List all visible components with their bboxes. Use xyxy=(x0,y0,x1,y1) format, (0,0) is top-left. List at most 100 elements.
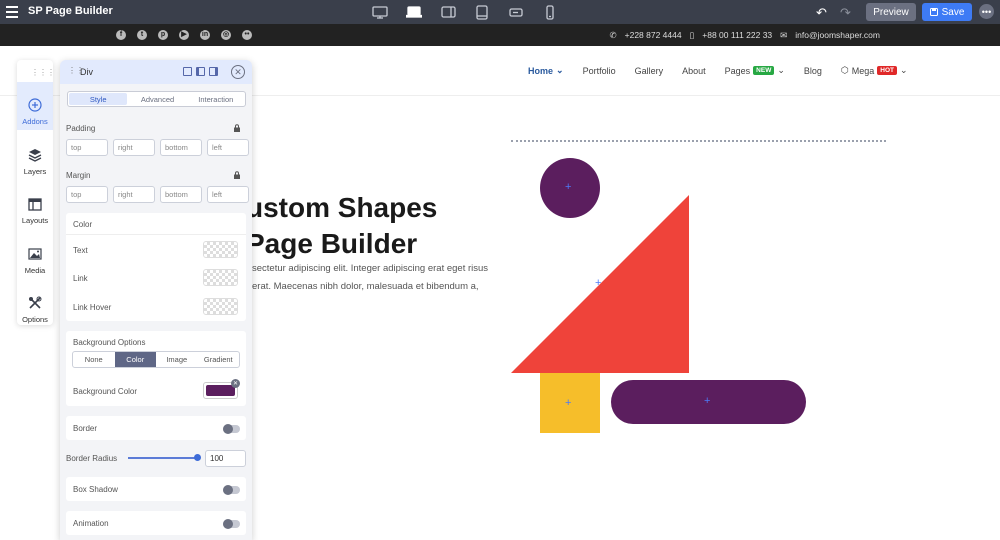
border-radius-input[interactable]: 100 xyxy=(205,450,246,467)
padding-right-input[interactable]: right xyxy=(113,139,155,156)
padding-bottom-input[interactable]: bottom xyxy=(160,139,202,156)
link-color-swatch[interactable] xyxy=(203,269,238,286)
clear-color-icon[interactable]: ✕ xyxy=(231,379,240,388)
sidebar-item-layers[interactable]: Layers xyxy=(17,132,53,180)
sidebar-item-layouts[interactable]: Layouts xyxy=(17,181,53,229)
email-link[interactable]: info@joomshaper.com xyxy=(795,30,880,41)
lock-icon[interactable] xyxy=(233,171,241,179)
drag-handle-icon[interactable]: ⋮⋮⋮ xyxy=(31,68,55,77)
twitter-icon[interactable]: t xyxy=(137,30,147,40)
padding-inputs: top right bottom left xyxy=(66,139,249,156)
link-hover-color-label: Link Hover xyxy=(73,303,112,312)
hero-text-line-1: sectetur adipiscing elit. Integer adipis… xyxy=(252,263,489,274)
tab-style[interactable]: Style xyxy=(69,93,128,105)
undo-icon[interactable]: ↶ xyxy=(816,5,827,21)
add-addon-icon[interactable]: + xyxy=(565,181,571,193)
panel-dock-options xyxy=(183,67,218,76)
media-icon xyxy=(28,248,42,260)
bg-option-color[interactable]: Color xyxy=(114,352,156,367)
padding-top-input[interactable]: top xyxy=(66,139,108,156)
dock-right-icon[interactable] xyxy=(209,67,218,76)
tablet-portrait-icon[interactable] xyxy=(465,3,499,21)
nav-pages[interactable]: Pages NEW ⌄ xyxy=(725,65,785,76)
phone-1[interactable]: +228 872 4444 xyxy=(625,30,682,41)
laptop-icon[interactable] xyxy=(397,3,431,21)
background-type-selector: None Color Image Gradient xyxy=(72,351,240,368)
flickr-icon[interactable]: •• xyxy=(242,30,252,40)
menu-icon[interactable] xyxy=(6,6,18,18)
add-addon-icon[interactable]: + xyxy=(565,397,571,409)
save-label: Save xyxy=(941,6,965,18)
instagram-icon[interactable]: ◎ xyxy=(221,30,231,40)
border-section: Border xyxy=(66,416,246,440)
margin-left-input[interactable]: left xyxy=(207,186,249,203)
padding-left-input[interactable]: left xyxy=(207,139,249,156)
dock-left-icon[interactable] xyxy=(196,67,205,76)
save-button[interactable]: Save xyxy=(922,3,972,21)
hero-title[interactable]: ustom Shapes Page Builder xyxy=(246,190,437,262)
panel-title: Div xyxy=(80,67,93,77)
add-addon-icon[interactable]: + xyxy=(704,395,710,407)
add-addon-icon[interactable]: + xyxy=(595,277,601,289)
sidebar-item-label: Options xyxy=(22,315,48,324)
lock-icon[interactable] xyxy=(233,124,241,132)
layers-icon xyxy=(28,149,42,162)
nav-gallery[interactable]: Gallery xyxy=(635,65,664,76)
text-color-swatch[interactable] xyxy=(203,241,238,258)
border-radius-slider-handle[interactable] xyxy=(194,454,201,461)
text-color-label: Text xyxy=(73,246,88,255)
chevron-down-icon: ⌄ xyxy=(777,65,785,75)
bg-option-image[interactable]: Image xyxy=(156,352,198,367)
border-radius-slider[interactable] xyxy=(128,457,198,459)
more-options-button[interactable]: ••• xyxy=(979,4,994,19)
background-options-title: Background Options xyxy=(73,338,146,347)
nav-pages-label: Pages xyxy=(724,65,751,76)
link-hover-color-swatch[interactable] xyxy=(203,298,238,315)
nav-mega-label: Mega xyxy=(851,65,875,76)
redo-icon[interactable]: ↷ xyxy=(840,5,851,21)
margin-top-input[interactable]: top xyxy=(66,186,108,203)
tab-interaction[interactable]: Interaction xyxy=(187,92,245,106)
phone-2[interactable]: +88 00 111 222 33 xyxy=(702,30,772,41)
float-panel-icon[interactable] xyxy=(183,67,192,76)
layouts-icon xyxy=(28,198,42,211)
margin-right-input[interactable]: right xyxy=(113,186,155,203)
facebook-icon[interactable]: f xyxy=(116,30,126,40)
hero-description[interactable]: sectetur adipiscing elit. Integer adipis… xyxy=(252,260,502,296)
bg-option-none[interactable]: None xyxy=(73,352,115,367)
sidebar-item-label: Layouts xyxy=(21,216,49,225)
hero-text-line-2: erat. Maecenas nibh dolor, malesuada et … xyxy=(252,281,479,292)
animation-toggle[interactable] xyxy=(223,519,240,529)
nav-about[interactable]: About xyxy=(682,65,706,76)
social-links: f t p ▶ in ◎ •• xyxy=(116,30,252,40)
nav-blog[interactable]: Blog xyxy=(804,65,822,76)
pinterest-icon[interactable]: p xyxy=(158,30,168,40)
tablet-landscape-icon[interactable] xyxy=(431,3,465,21)
builder-sidebar: ⋮⋮⋮ Addons Layers Layouts Media Options xyxy=(17,60,55,328)
tab-advanced[interactable]: Advanced xyxy=(128,92,186,106)
sidebar-item-addons[interactable]: Addons xyxy=(17,82,53,130)
margin-bottom-input[interactable]: bottom xyxy=(160,186,202,203)
phone-portrait-icon[interactable] xyxy=(533,3,567,21)
mobile-icon: ▯ xyxy=(689,30,695,40)
properties-panel: ⋮⋮ Div ✕ Style Advanced Interaction Padd… xyxy=(60,60,252,540)
panel-header[interactable]: ⋮⋮ Div ✕ xyxy=(60,60,252,84)
linkedin-icon[interactable]: in xyxy=(200,30,210,40)
preview-button[interactable]: Preview xyxy=(866,3,916,21)
border-toggle[interactable] xyxy=(223,424,240,434)
panel-tabs: Style Advanced Interaction xyxy=(67,91,246,107)
sidebar-item-media[interactable]: Media xyxy=(17,231,53,279)
box-shadow-toggle[interactable] xyxy=(223,485,240,495)
nav-mega[interactable]: ⬡ Mega HOT ⌄ xyxy=(841,65,908,76)
border-label: Border xyxy=(73,424,98,433)
sidebar-item-options[interactable]: Options xyxy=(17,280,53,328)
nav-portfolio[interactable]: Portfolio xyxy=(583,65,616,76)
youtube-icon[interactable]: ▶ xyxy=(179,30,189,40)
new-badge: NEW xyxy=(753,66,775,75)
animation-section: Animation xyxy=(66,511,246,535)
nav-home[interactable]: Home ⌄ xyxy=(528,65,564,76)
desktop-icon[interactable] xyxy=(363,3,397,21)
bg-option-gradient[interactable]: Gradient xyxy=(198,352,240,367)
close-icon[interactable]: ✕ xyxy=(231,65,245,79)
phone-landscape-icon[interactable] xyxy=(499,3,533,21)
